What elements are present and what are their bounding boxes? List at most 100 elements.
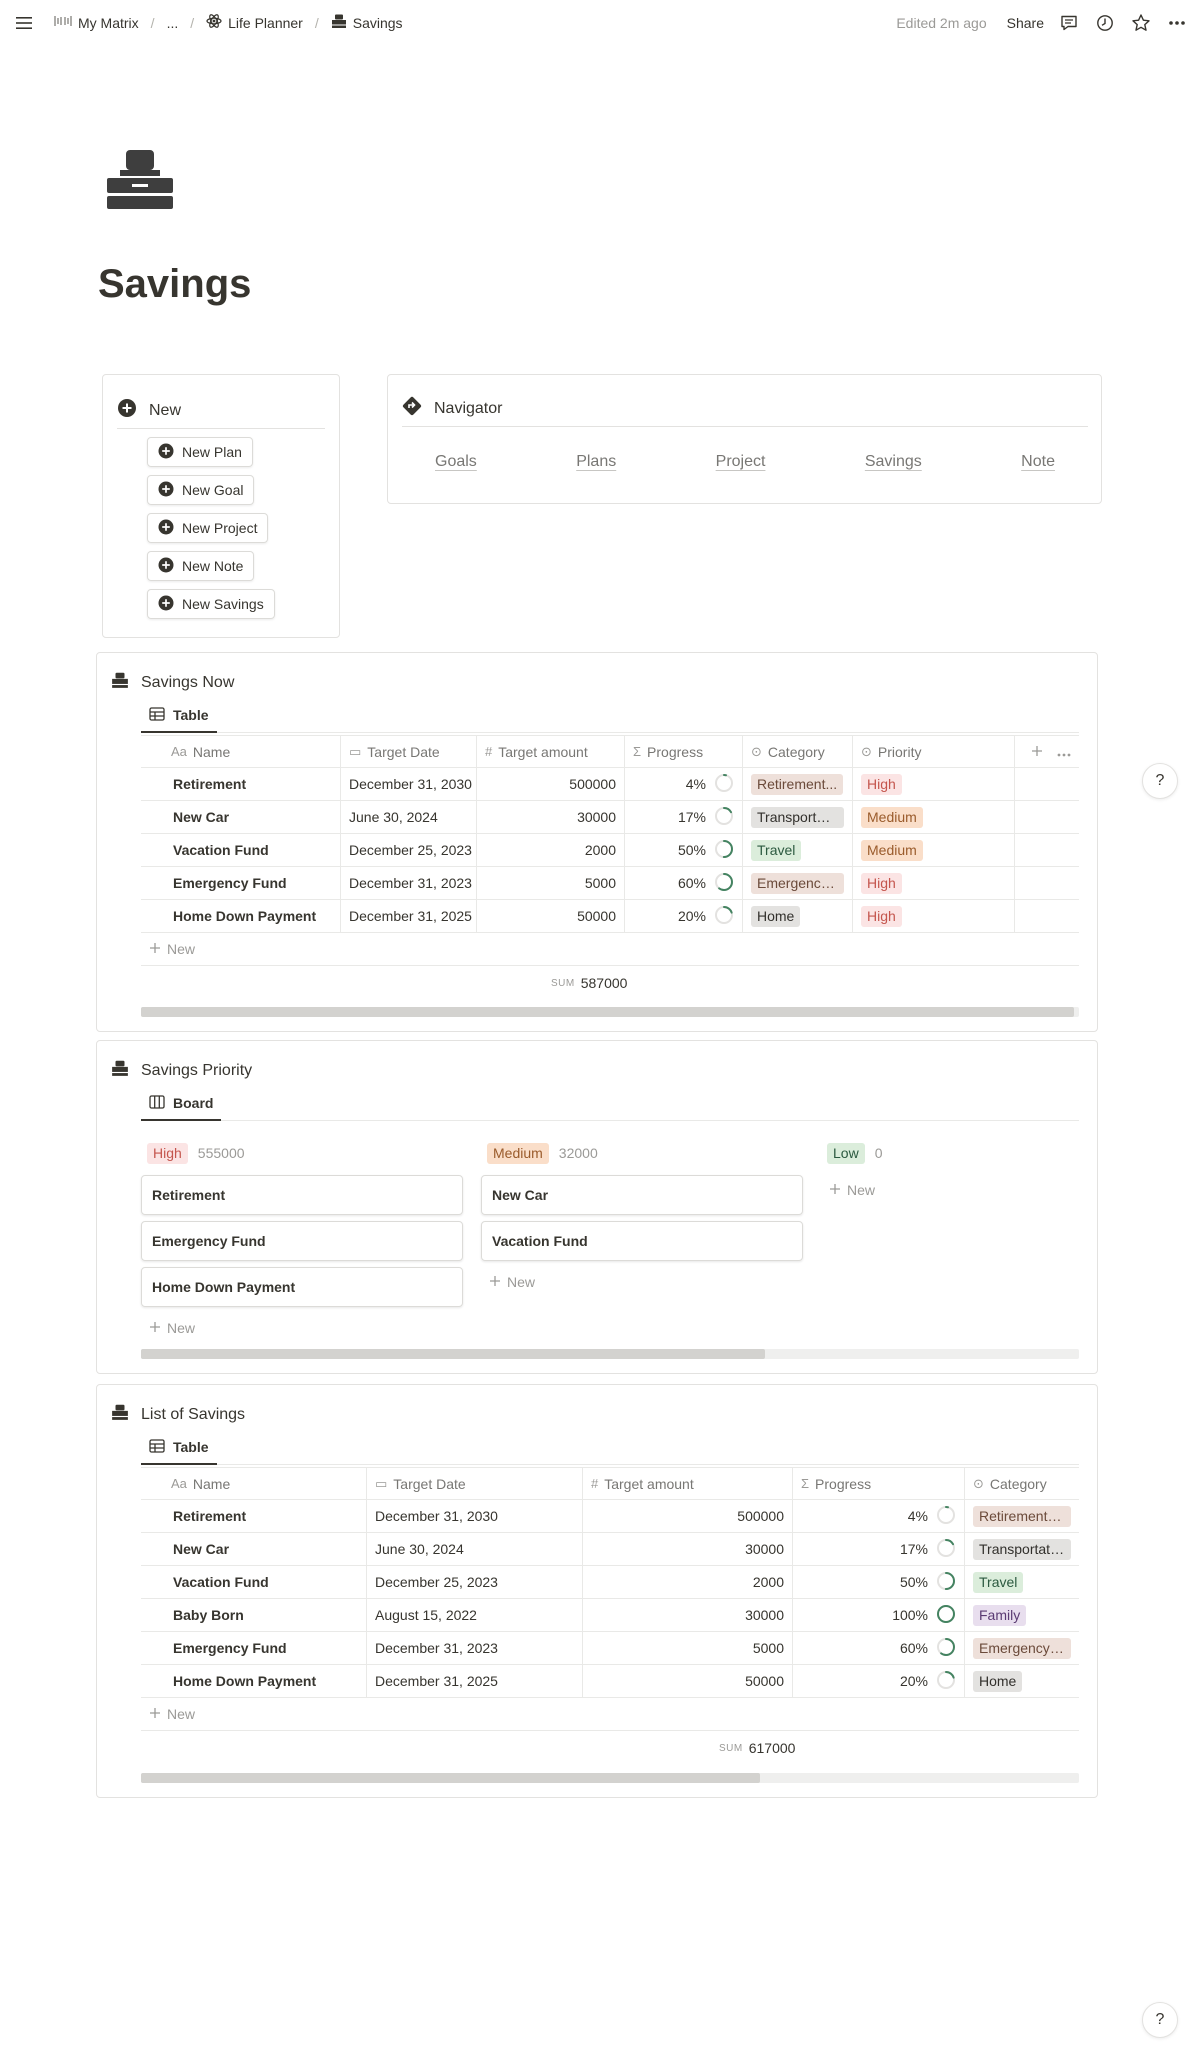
row-target-date[interactable]: December 31, 2025 xyxy=(367,1665,583,1697)
new-note-button[interactable]: New Note xyxy=(147,551,255,581)
nav-link-project[interactable]: Project xyxy=(716,453,766,471)
row-target-date[interactable]: June 30, 2024 xyxy=(367,1533,583,1565)
add-card-button[interactable]: New xyxy=(141,1311,463,1345)
column-header[interactable]: Aa Name xyxy=(141,1468,367,1499)
row-category[interactable]: Home xyxy=(965,1665,1079,1697)
board-card[interactable]: Retirement xyxy=(141,1175,463,1215)
row-progress[interactable]: 17% xyxy=(625,801,743,833)
row-category[interactable]: Retirement... xyxy=(743,768,853,800)
row-name[interactable]: Vacation Fund xyxy=(141,1566,367,1598)
table-row[interactable]: Retirement December 31, 2030 500000 4% Retir… xyxy=(141,1500,1079,1533)
add-row-button[interactable]: New xyxy=(141,933,1079,966)
row-target-amount[interactable]: 5000 xyxy=(583,1632,793,1664)
row-target-date[interactable]: June 30, 2024 xyxy=(341,801,477,833)
more-icon[interactable] xyxy=(1057,744,1071,760)
row-target-date[interactable]: December 31, 2030 xyxy=(367,1500,583,1532)
row-progress[interactable]: 60% xyxy=(793,1632,965,1664)
new-goal-button[interactable]: New Goal xyxy=(147,475,255,505)
page-title[interactable]: Savings xyxy=(98,262,251,307)
row-progress[interactable]: 20% xyxy=(793,1665,965,1697)
row-target-amount[interactable]: 30000 xyxy=(477,801,625,833)
row-target-date[interactable]: August 15, 2022 xyxy=(367,1599,583,1631)
row-name[interactable]: Retirement xyxy=(141,1500,367,1532)
add-column-button[interactable] xyxy=(1015,736,1079,767)
row-priority[interactable]: Medium xyxy=(853,801,1015,833)
help-button[interactable]: ? xyxy=(1142,2002,1178,2038)
row-progress[interactable]: 50% xyxy=(793,1566,965,1598)
row-name[interactable]: Baby Born xyxy=(141,1599,367,1631)
board-card[interactable]: Vacation Fund xyxy=(481,1221,803,1261)
row-progress[interactable]: 4% xyxy=(625,768,743,800)
table-row[interactable]: New Car June 30, 2024 30000 17% Transportati… xyxy=(141,1533,1079,1566)
row-category[interactable]: Transportation xyxy=(965,1533,1079,1565)
row-category[interactable]: Travel xyxy=(965,1566,1079,1598)
row-target-amount[interactable]: 30000 xyxy=(583,1533,793,1565)
row-name[interactable]: Retirement xyxy=(141,768,341,800)
column-header[interactable]: ▭ Target Date xyxy=(367,1468,583,1499)
share-button[interactable]: Share xyxy=(1007,15,1044,31)
row-category[interactable]: Home xyxy=(743,900,853,932)
row-target-amount[interactable]: 2000 xyxy=(477,834,625,866)
list-of-savings-title[interactable]: List of Savings xyxy=(111,1403,245,1426)
breadcrumb-parent[interactable]: Life Planner xyxy=(202,11,307,34)
nav-link-goals[interactable]: Goals xyxy=(435,453,477,471)
table-row[interactable]: Vacation Fund December 25, 2023 2000 50% Tra… xyxy=(141,834,1079,867)
board-column-header[interactable]: Low 0 xyxy=(821,1137,1097,1169)
scrollbar-thumb[interactable] xyxy=(141,1773,761,1783)
new-plan-button[interactable]: New Plan xyxy=(147,437,253,467)
table-row[interactable]: Retirement December 31, 2030 500000 4% Retir… xyxy=(141,768,1079,801)
row-target-date[interactable]: December 31, 2025 xyxy=(341,900,477,932)
scrollbar-thumb[interactable] xyxy=(141,1007,1075,1017)
list-of-savings-scrollbar[interactable] xyxy=(141,1773,1079,1783)
row-target-date[interactable]: December 25, 2023 xyxy=(367,1566,583,1598)
board-card[interactable]: Emergency Fund xyxy=(141,1221,463,1261)
column-header[interactable]: ⊙ Priority xyxy=(853,736,1015,767)
page-icon[interactable] xyxy=(104,144,176,216)
row-category[interactable]: Family xyxy=(965,1599,1079,1631)
tab-table[interactable]: Table xyxy=(141,1431,217,1465)
row-name[interactable]: Home Down Payment xyxy=(141,1665,367,1697)
row-category[interactable]: Travel xyxy=(743,834,853,866)
savings-priority-title[interactable]: Savings Priority xyxy=(111,1059,252,1082)
nav-link-note[interactable]: Note xyxy=(1021,453,1055,471)
row-priority[interactable]: High xyxy=(853,900,1015,932)
add-card-button[interactable]: New xyxy=(821,1173,1097,1207)
column-header[interactable]: # Target amount xyxy=(583,1468,793,1499)
column-header[interactable]: Σ Progress xyxy=(625,736,743,767)
row-target-amount[interactable]: 500000 xyxy=(583,1500,793,1532)
row-target-amount[interactable]: 2000 xyxy=(583,1566,793,1598)
board-column-header[interactable]: Medium 32000 xyxy=(481,1137,803,1169)
column-header[interactable]: Aa Name xyxy=(141,736,341,767)
row-category[interactable]: Transportat... xyxy=(743,801,853,833)
row-priority[interactable]: High xyxy=(853,768,1015,800)
star-icon[interactable] xyxy=(1130,12,1152,34)
row-progress[interactable]: 60% xyxy=(625,867,743,899)
row-target-amount[interactable]: 30000 xyxy=(583,1599,793,1631)
row-progress[interactable]: 20% xyxy=(625,900,743,932)
new-savings-button[interactable]: New Savings xyxy=(147,589,275,619)
row-progress[interactable]: 17% xyxy=(793,1533,965,1565)
column-header[interactable]: ⊙ Category xyxy=(965,1468,1079,1499)
row-priority[interactable]: High xyxy=(853,867,1015,899)
add-card-button[interactable]: New xyxy=(481,1265,803,1299)
column-header[interactable]: Σ Progress xyxy=(793,1468,965,1499)
tab-table[interactable]: Table xyxy=(141,699,217,733)
add-row-button[interactable]: New xyxy=(141,1698,1079,1731)
row-target-amount[interactable]: 50000 xyxy=(477,900,625,932)
savings-priority-scrollbar[interactable] xyxy=(141,1349,1079,1359)
row-target-date[interactable]: December 31, 2023 xyxy=(367,1632,583,1664)
table-row[interactable]: Home Down Payment December 31, 2025 50000 2… xyxy=(141,1665,1079,1698)
row-progress[interactable]: 4% xyxy=(793,1500,965,1532)
table-row[interactable]: Emergency Fund December 31, 2023 5000 60% Em… xyxy=(141,1632,1079,1665)
new-project-button[interactable]: New Project xyxy=(147,513,269,543)
table-row[interactable]: New Car June 30, 2024 30000 17% Transportat.… xyxy=(141,801,1079,834)
row-name[interactable]: Emergency Fund xyxy=(141,1632,367,1664)
row-target-date[interactable]: December 31, 2030 xyxy=(341,768,477,800)
row-category[interactable]: Emergency fund xyxy=(965,1632,1079,1664)
row-name[interactable]: Emergency Fund xyxy=(141,867,341,899)
menu-icon[interactable] xyxy=(12,11,36,35)
breadcrumb-ellipsis[interactable]: ... xyxy=(163,13,183,33)
row-progress[interactable]: 100% xyxy=(793,1599,965,1631)
row-target-amount[interactable]: 500000 xyxy=(477,768,625,800)
board-card[interactable]: New Car xyxy=(481,1175,803,1215)
